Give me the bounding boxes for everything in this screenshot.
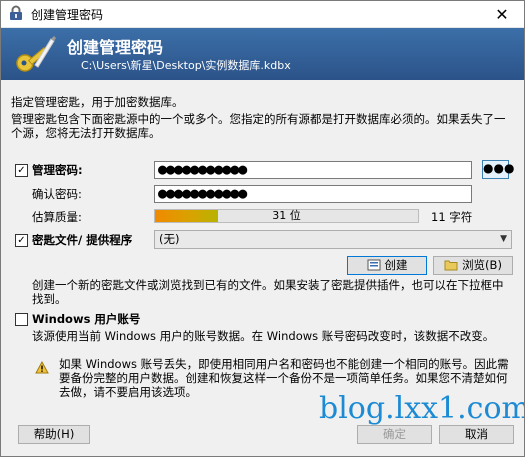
key-file-select[interactable]: (无) ▼ <box>154 230 512 249</box>
window-title: 创建管理密码 <box>31 8 104 22</box>
watermark-text: blog.lxx1.com <box>319 391 525 426</box>
key-file-checkbox[interactable]: ✓ <box>15 234 28 247</box>
create-master-key-dialog: 创建管理密码 ✕ 创建管理密码 C:\Users\新星\Desktop\实例数据… <box>0 0 525 457</box>
close-icon: ✕ <box>495 4 509 24</box>
master-password-checkbox[interactable]: ✓ <box>15 164 28 177</box>
windows-account-description: 该源使用当前 Windows 用户的账号数据。在 Windows 账号密码改变时… <box>32 329 495 343</box>
master-password-label: 管理密码: <box>32 163 83 177</box>
ok-button[interactable]: 确定 <box>357 425 432 444</box>
lock-icon <box>10 5 22 20</box>
key-file-label: 密匙文件/ 提供程序 <box>32 233 133 247</box>
key-icon <box>16 36 56 72</box>
header-banner: 创建管理密码 C:\Users\新星\Desktop\实例数据库.kdbx <box>1 28 524 80</box>
create-key-file-button[interactable]: 创建 <box>347 256 427 275</box>
master-password-field[interactable]: ●●●●●●●●●●● <box>154 161 472 179</box>
database-path: C:\Users\新星\Desktop\实例数据库.kdbx <box>81 59 291 72</box>
help-button[interactable]: 帮助(H) <box>18 425 90 444</box>
browse-key-file-button[interactable]: 浏览(B) <box>433 256 513 275</box>
chevron-down-icon: ▼ <box>500 234 507 244</box>
reveal-password-button[interactable]: ●●● <box>482 160 514 179</box>
key-file-description: 创建一个新的密匙文件或浏览找到已有的文件。如果安装了密匙提供插件，也可以在下拉框… <box>32 278 504 306</box>
title-bar: 创建管理密码 ✕ <box>1 1 524 28</box>
confirm-password-label: 确认密码: <box>32 187 82 201</box>
close-button[interactable]: ✕ <box>480 1 524 27</box>
key-file-selected: (无) <box>159 232 180 246</box>
intro-text: 指定管理密匙，用于加密数据库。 <box>11 95 184 109</box>
cancel-button[interactable]: 取消 <box>439 425 514 444</box>
windows-account-checkbox[interactable] <box>15 313 28 326</box>
windows-account-label: Windows 用户账号 <box>32 312 141 326</box>
folder-icon <box>444 260 458 271</box>
warning-icon <box>35 361 49 374</box>
quality-label: 估算质量: <box>32 210 82 224</box>
confirm-password-field[interactable]: ●●●●●●●●●●● <box>154 185 472 203</box>
page-title: 创建管理密码 <box>67 38 164 57</box>
new-file-icon <box>367 259 380 271</box>
char-count: 11 字符 <box>431 210 473 224</box>
quality-bits: 31 位 <box>272 209 301 222</box>
quality-progress-bar: 31 位 <box>154 209 419 223</box>
intro-description: 管理密匙包含下面密匙源中的一个或多个。您指定的所有源都是打开数据库必须的。如果丢… <box>11 112 506 140</box>
